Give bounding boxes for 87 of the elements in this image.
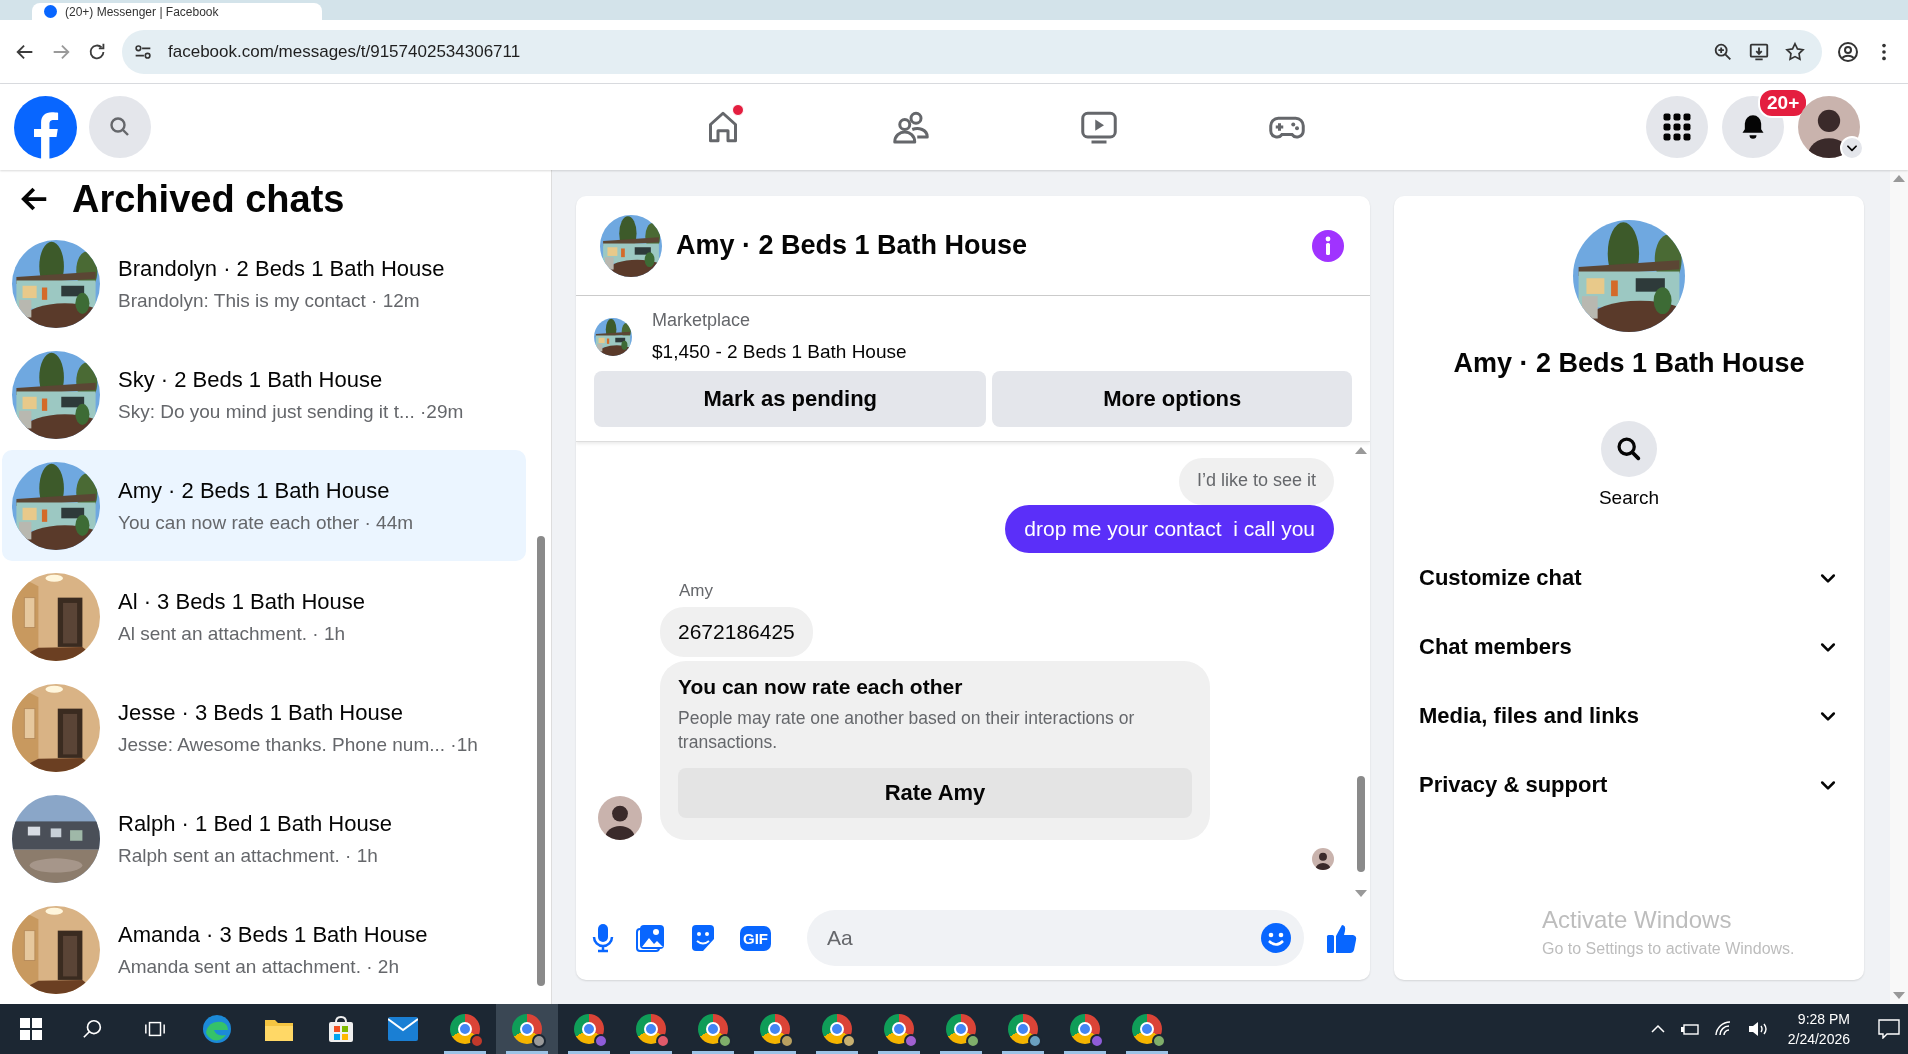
logo[interactable] bbox=[14, 95, 77, 159]
volume-icon[interactable] bbox=[1747, 1021, 1768, 1037]
mark-pending-button[interactable]: Mark as pending bbox=[594, 371, 987, 427]
browser-icon[interactable] bbox=[1132, 1014, 1162, 1044]
browser-icon[interactable] bbox=[698, 1014, 728, 1044]
listing-label: Marketplace bbox=[652, 310, 752, 331]
search-label: Search bbox=[1598, 487, 1660, 509]
battery-icon[interactable] bbox=[1679, 1021, 1700, 1037]
search-button[interactable] bbox=[1601, 421, 1657, 477]
section-toggle[interactable]: Customize chat bbox=[1419, 543, 1840, 612]
like-icon[interactable] bbox=[1326, 922, 1358, 954]
chat-title: Amy · 2 Beds 1 Bath House bbox=[676, 230, 1029, 261]
activation-text: Go to Settings to activate Windows. bbox=[1542, 940, 1795, 958]
chat-name: Amy · 2 Beds 1 Bath House bbox=[118, 477, 391, 504]
chat-snippet: Jesse: Awesome thanks. Phone num... ·1h bbox=[118, 733, 478, 756]
section-toggle[interactable]: Privacy & support bbox=[1419, 750, 1840, 819]
chat-name: Sky · 2 Beds 1 Bath House bbox=[118, 366, 384, 393]
edge-icon[interactable] bbox=[202, 1014, 232, 1044]
browser-icon[interactable] bbox=[946, 1014, 976, 1044]
scroll-up-icon[interactable] bbox=[1355, 446, 1367, 454]
store-icon[interactable] bbox=[327, 1015, 355, 1043]
chat-snippet: Amanda sent an attachment. · 2h bbox=[118, 955, 400, 978]
windows-icon[interactable] bbox=[20, 1018, 42, 1040]
section-toggle[interactable]: Media, files and links bbox=[1419, 681, 1840, 750]
scroll-down-icon[interactable] bbox=[1355, 890, 1367, 898]
card-text: People may rate one another based on their interactions or transactions. bbox=[678, 707, 1136, 754]
chat-item[interactable]: Jesse · 3 Beds 1 Bath House Jesse: Awesome thanks. Phone num... ·1h bbox=[2, 672, 526, 783]
scroll-up-icon[interactable] bbox=[1893, 174, 1905, 182]
search-icon bbox=[1615, 435, 1643, 463]
browser-icon[interactable] bbox=[760, 1014, 790, 1044]
gif-button[interactable]: GIF bbox=[740, 925, 771, 951]
chat-snippet: Brandolyn: This is my contact · 12m bbox=[118, 289, 421, 312]
browser-tab[interactable]: (20+) Messenger | Facebook bbox=[32, 3, 322, 20]
address-bar[interactable]: facebook.com/messages/t/9157402534306711 bbox=[122, 29, 1822, 74]
scroll-down-icon[interactable] bbox=[1893, 992, 1905, 1000]
browser-icon[interactable] bbox=[574, 1014, 604, 1044]
chat-item[interactable]: Ralph · 1 Bed 1 Bath House Ralph sent an attachment. · 1h bbox=[2, 783, 526, 894]
quoted-message: I’d like to see it bbox=[1178, 458, 1334, 505]
browser-icon[interactable] bbox=[1070, 1014, 1100, 1044]
clock-time[interactable]: 9:28 PM bbox=[1797, 1011, 1850, 1027]
scrollbar[interactable] bbox=[537, 536, 545, 986]
chat-name: Amanda · 3 Beds 1 Bath House bbox=[118, 921, 428, 948]
rate-button[interactable]: Rate Amy bbox=[678, 768, 1192, 819]
microphone-icon[interactable] bbox=[592, 923, 614, 953]
more-options-button[interactable]: More options bbox=[992, 371, 1352, 427]
profile-icon[interactable] bbox=[1836, 39, 1860, 64]
message-field[interactable]: Aa bbox=[807, 910, 1304, 966]
chat-item[interactable]: Al · 3 Beds 1 Bath House Al sent an attachment. · 1h bbox=[2, 561, 526, 672]
emoji-icon[interactable] bbox=[1260, 922, 1292, 954]
image-icon[interactable] bbox=[636, 923, 666, 953]
chat-item[interactable]: Amy · 2 Beds 1 Bath House You can now rate each other · 44m bbox=[2, 450, 526, 561]
search-icon[interactable] bbox=[82, 1018, 104, 1040]
listing-title[interactable]: $1,450 - 2 Beds 1 Bath House bbox=[652, 341, 907, 363]
chat-name: Brandolyn · 2 Beds 1 Bath House bbox=[118, 255, 445, 282]
browser-icon[interactable] bbox=[450, 1014, 480, 1044]
browser-icon[interactable] bbox=[822, 1014, 852, 1044]
received-message: 2672186425 bbox=[660, 607, 813, 657]
contact-title: Amy · 2 Beds 1 Bath House bbox=[1453, 348, 1805, 379]
clock-date[interactable]: 2/24/2026 bbox=[1787, 1031, 1850, 1047]
chat-item[interactable]: Brandolyn · 2 Beds 1 Bath House Brandolyn: This is my contact · 12m bbox=[2, 228, 526, 339]
chat-snippet: Ralph sent an attachment. · 1h bbox=[118, 844, 379, 867]
chat-item[interactable]: Sky · 2 Beds 1 Bath House Sky: Do you mind just sending it t... ·29m bbox=[2, 339, 526, 450]
notification-badge: 20+ bbox=[1758, 88, 1809, 118]
notification-center-icon[interactable] bbox=[1878, 1019, 1900, 1039]
sender-name: Amy bbox=[679, 581, 714, 601]
chat-snippet: Al sent an attachment. · 1h bbox=[118, 622, 347, 645]
chat-snippet: You can now rate each other · 44m bbox=[118, 511, 414, 534]
mail-icon[interactable] bbox=[388, 1017, 418, 1041]
activation-title: Activate Windows bbox=[1542, 906, 1733, 934]
section-toggle[interactable]: Chat members bbox=[1419, 612, 1840, 681]
browser-icon[interactable] bbox=[636, 1014, 666, 1044]
logo-icon bbox=[44, 5, 57, 18]
chat-snippet: Sky: Do you mind just sending it t... ·29m bbox=[118, 400, 464, 423]
grid-icon bbox=[1663, 113, 1691, 141]
browser-icon[interactable] bbox=[1008, 1014, 1038, 1044]
chat-item[interactable]: Amanda · 3 Beds 1 Bath House Amanda sent an attachment. · 2h bbox=[2, 894, 526, 1005]
chat-name: Al · 3 Beds 1 Bath House bbox=[118, 588, 366, 615]
sent-message: drop me your contact i call you bbox=[1005, 505, 1334, 553]
card-title: You can now rate each other bbox=[678, 675, 964, 699]
browser-icon[interactable] bbox=[884, 1014, 914, 1044]
chat-name: Ralph · 1 Bed 1 Bath House bbox=[118, 810, 392, 837]
panel-title: Archived chats bbox=[72, 177, 345, 221]
scrollbar[interactable] bbox=[1357, 776, 1365, 872]
chat-name: Jesse · 3 Beds 1 Bath House bbox=[118, 699, 404, 726]
star-icon[interactable] bbox=[1784, 40, 1806, 63]
notification-dot bbox=[732, 104, 744, 116]
info-icon[interactable] bbox=[1312, 229, 1344, 262]
